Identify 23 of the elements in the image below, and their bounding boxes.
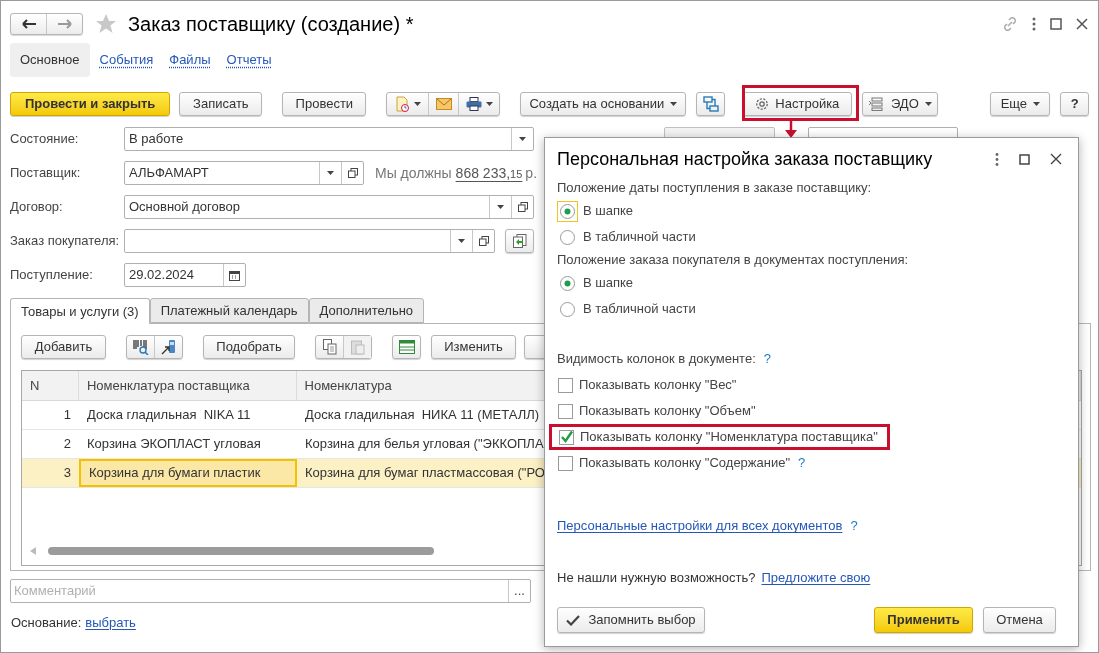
field-label: Состояние:: [10, 130, 80, 149]
table-cell-text: Корзина для бумаг пластмассовая ("РО: [304, 464, 544, 483]
table-cell-text: Доска гладильная НИКА 11 (МЕТАЛЛ): [304, 406, 541, 425]
table-cell-text: Корзина ЭКОПЛАСТ угловая: [86, 435, 262, 454]
window-title: Заказ поставщику (создание) *: [128, 14, 414, 34]
table-cell-text: 1: [62, 406, 72, 425]
question-text: Не нашли нужную возможность?: [557, 569, 756, 588]
currency-label: р.: [525, 163, 538, 183]
debt-label: Мы должны: [375, 163, 452, 183]
visibility-label: Видимость колонок в документе:: [557, 350, 756, 369]
field-label: Договор:: [10, 198, 64, 217]
table-cell-text: 2: [62, 435, 72, 454]
group-label: Положение даты поступления в заказе поставщику:: [557, 179, 873, 198]
table-cell: Корзина для бумаги пластик: [79, 459, 297, 487]
field-label: Заказ покупателя:: [10, 232, 121, 251]
table-cell-text: Корзина для белья угловая ("ЭККОПЛА: [304, 435, 544, 454]
table-cell-text: 3: [62, 464, 72, 483]
dialog-title: Персональная настройка заказа поставщику: [557, 147, 933, 171]
table-cell-text: Доска гладильная NIKA 11: [86, 406, 252, 425]
field-label: Поставщик:: [10, 164, 82, 183]
group-label: Положение заказа покупателя в документах поступления:: [557, 251, 910, 270]
basis-label: Основание:: [11, 614, 82, 632]
field-label: Поступление:: [10, 266, 94, 285]
